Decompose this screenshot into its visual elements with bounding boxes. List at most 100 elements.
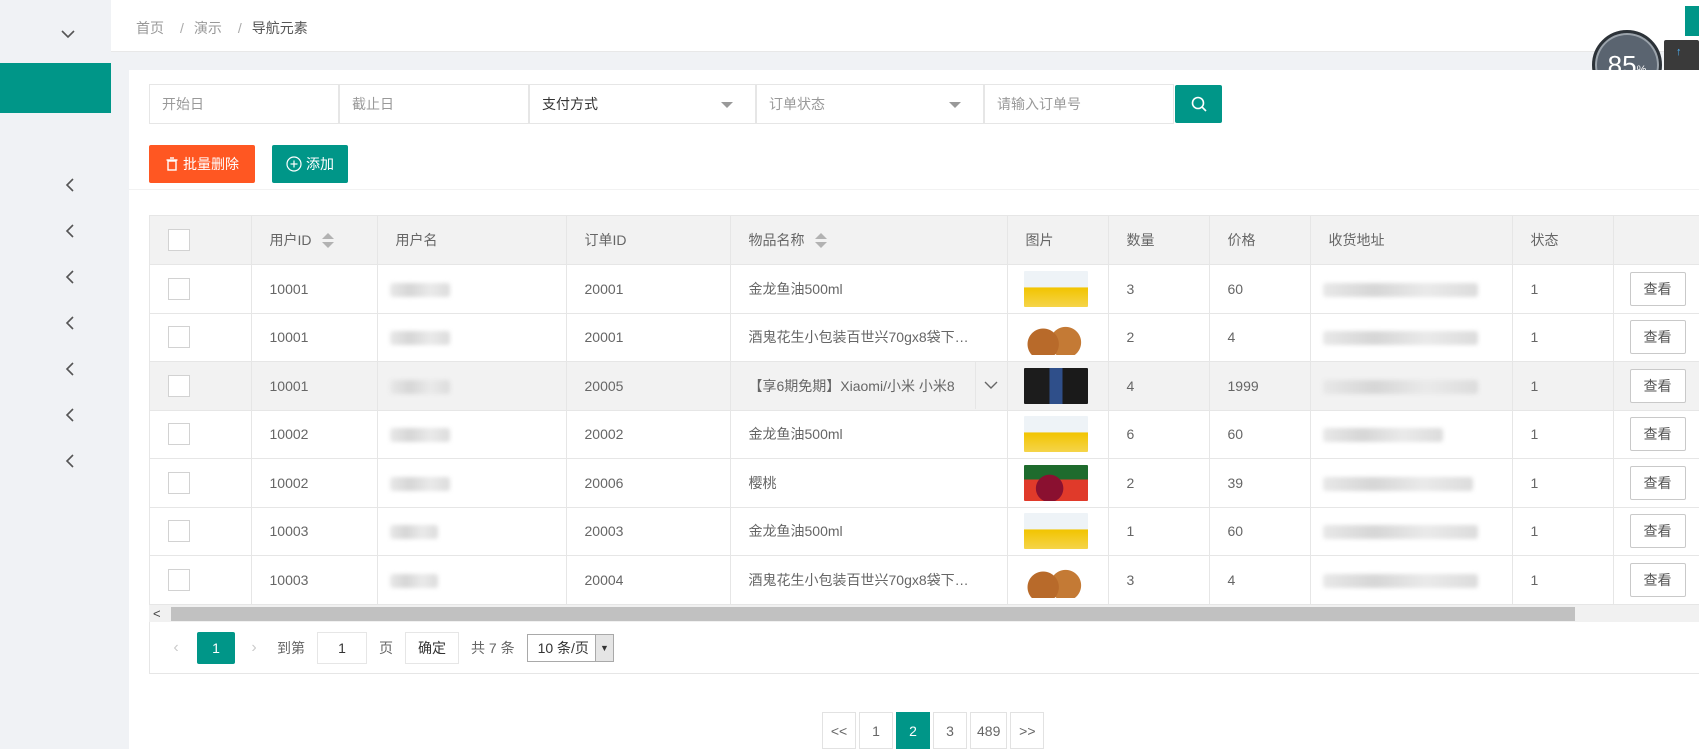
chevron-down-icon[interactable]	[974, 362, 1006, 409]
chevron-down-icon[interactable]	[56, 22, 80, 46]
scroll-left-icon[interactable]: <	[153, 605, 161, 623]
status: 1	[1512, 410, 1614, 459]
th-image: 图片	[1007, 216, 1109, 265]
row-checkbox[interactable]	[168, 568, 190, 591]
product-thumbnail[interactable]	[1023, 270, 1088, 307]
product-thumbnail[interactable]	[1023, 513, 1088, 550]
sort-icon[interactable]	[321, 233, 334, 249]
order-id: 20001	[566, 264, 731, 314]
chevron-left-icon[interactable]	[60, 221, 80, 241]
order-number-input[interactable]: 请输入订单号	[984, 84, 1174, 124]
address	[1310, 507, 1513, 556]
chevron-left-icon[interactable]	[60, 313, 80, 333]
confirm-button[interactable]: 确定	[405, 632, 459, 664]
add-button[interactable]: 添加	[272, 145, 348, 183]
chevron-left-icon[interactable]	[60, 359, 80, 379]
row-checkbox[interactable]	[168, 520, 190, 543]
order-status-select[interactable]: 订单状态	[756, 84, 984, 124]
redacted-username	[389, 525, 438, 540]
next-page-icon[interactable]: ›	[241, 639, 267, 657]
view-button[interactable]: 查看	[1629, 465, 1686, 500]
view-button[interactable]: 查看	[1629, 271, 1686, 306]
view-button[interactable]: 查看	[1629, 320, 1686, 355]
row-checkbox[interactable]	[168, 374, 190, 397]
view-button[interactable]: 查看	[1629, 514, 1686, 549]
row-checkbox[interactable]	[168, 423, 190, 446]
row-checkbox[interactable]	[168, 326, 190, 349]
sidebar-item-active[interactable]	[0, 63, 111, 113]
image-cell	[1007, 458, 1109, 508]
product-thumbnail[interactable]	[1023, 319, 1088, 356]
th-user-id[interactable]: 用户ID	[251, 216, 378, 265]
username	[377, 507, 567, 556]
batch-delete-label: 批量删除	[183, 156, 239, 172]
prev-page-icon[interactable]: ‹	[163, 639, 189, 657]
page-button[interactable]: 3	[933, 712, 967, 749]
status: 1	[1512, 507, 1614, 556]
current-page[interactable]: 1	[197, 632, 235, 664]
view-button[interactable]: 查看	[1629, 417, 1686, 452]
search-button[interactable]	[1175, 85, 1222, 123]
scrollbar-thumb[interactable]	[171, 607, 1575, 621]
item-name: 樱桃	[730, 458, 1008, 508]
redacted-username	[389, 282, 450, 297]
table-row[interactable]: 10002 20006 樱桃 2 39 1 查看	[150, 458, 1699, 508]
chevron-left-icon[interactable]	[60, 175, 80, 195]
page-button[interactable]: 1	[859, 712, 893, 749]
sort-icon[interactable]	[814, 233, 827, 249]
goto-page-input[interactable]: 1	[317, 632, 367, 664]
table-row[interactable]: 10001 20005 【享6期免期】Xiaomi/小米 小米8 4 1999 1 查看	[150, 361, 1699, 411]
redacted-address	[1322, 476, 1473, 491]
first-page-button[interactable]: <<	[822, 712, 856, 749]
action-cell: 查看	[1613, 313, 1699, 362]
redacted-username	[389, 428, 450, 443]
start-date-input[interactable]: 开始日	[149, 84, 339, 124]
row-checkbox[interactable]	[168, 277, 190, 300]
end-date-input[interactable]: 截止日	[339, 84, 529, 124]
row-select-cell	[150, 264, 252, 314]
page-button[interactable]: 489	[970, 712, 1008, 749]
horizontal-scrollbar[interactable]: <	[149, 604, 1699, 622]
table-row[interactable]: 10003 20003 金龙鱼油500ml 1 60 1 查看	[150, 507, 1699, 556]
th-user-id-label: 用户ID	[269, 232, 312, 248]
batch-delete-button[interactable]: 批量删除	[149, 145, 255, 183]
payment-method-select[interactable]: 支付方式	[529, 84, 756, 124]
top-bar: 首页 / 演示 / 导航元素	[111, 0, 1699, 52]
action-cell: 查看	[1613, 361, 1699, 411]
last-page-button[interactable]: >>	[1010, 712, 1045, 749]
order-id: 20004	[566, 555, 731, 605]
page-button[interactable]: 2	[896, 712, 930, 749]
product-thumbnail[interactable]	[1023, 367, 1088, 404]
table-row[interactable]: 10002 20002 金龙鱼油500ml 6 60 1 查看	[150, 410, 1699, 459]
quantity: 3	[1108, 264, 1210, 314]
chevron-left-icon[interactable]	[60, 451, 80, 471]
row-select-cell	[150, 507, 252, 556]
table-row[interactable]: 10001 20001 金龙鱼油500ml 3 60 1 查看	[150, 264, 1699, 314]
table-row[interactable]: 10001 20001 酒鬼花生小包装百世兴70gx8袋下… 2 4 1 查看	[150, 313, 1699, 362]
trash-icon	[166, 157, 178, 171]
th-price: 价格	[1209, 216, 1311, 265]
chevron-left-icon[interactable]	[60, 267, 80, 287]
action-cell: 查看	[1613, 264, 1699, 314]
order-id: 20006	[566, 458, 731, 508]
page-size-select[interactable]: 10 条/页 ▼	[526, 634, 614, 662]
select-all-checkbox[interactable]	[168, 229, 190, 251]
status: 1	[1512, 313, 1614, 362]
view-button[interactable]: 查看	[1629, 562, 1686, 597]
breadcrumb-demo[interactable]: 演示	[194, 20, 222, 36]
upload-arrow-icon: ↑	[1676, 46, 1682, 58]
chevron-left-icon[interactable]	[60, 405, 80, 425]
th-item-name[interactable]: 物品名称	[730, 216, 1008, 265]
item-name: 酒鬼花生小包装百世兴70gx8袋下…	[730, 555, 1008, 605]
product-thumbnail[interactable]	[1023, 416, 1088, 453]
breadcrumb-home[interactable]: 首页	[136, 20, 164, 36]
table-row[interactable]: 10003 20004 酒鬼花生小包装百世兴70gx8袋下… 3 4 1 查看	[150, 555, 1699, 605]
th-item-name-label: 物品名称	[748, 232, 805, 248]
item-name: 【享6期免期】Xiaomi/小米 小米8	[748, 377, 955, 394]
row-select-cell	[150, 313, 252, 362]
address	[1310, 313, 1513, 362]
row-checkbox[interactable]	[168, 471, 190, 494]
view-button[interactable]: 查看	[1629, 368, 1686, 403]
product-thumbnail[interactable]	[1023, 464, 1088, 501]
product-thumbnail[interactable]	[1023, 561, 1088, 598]
